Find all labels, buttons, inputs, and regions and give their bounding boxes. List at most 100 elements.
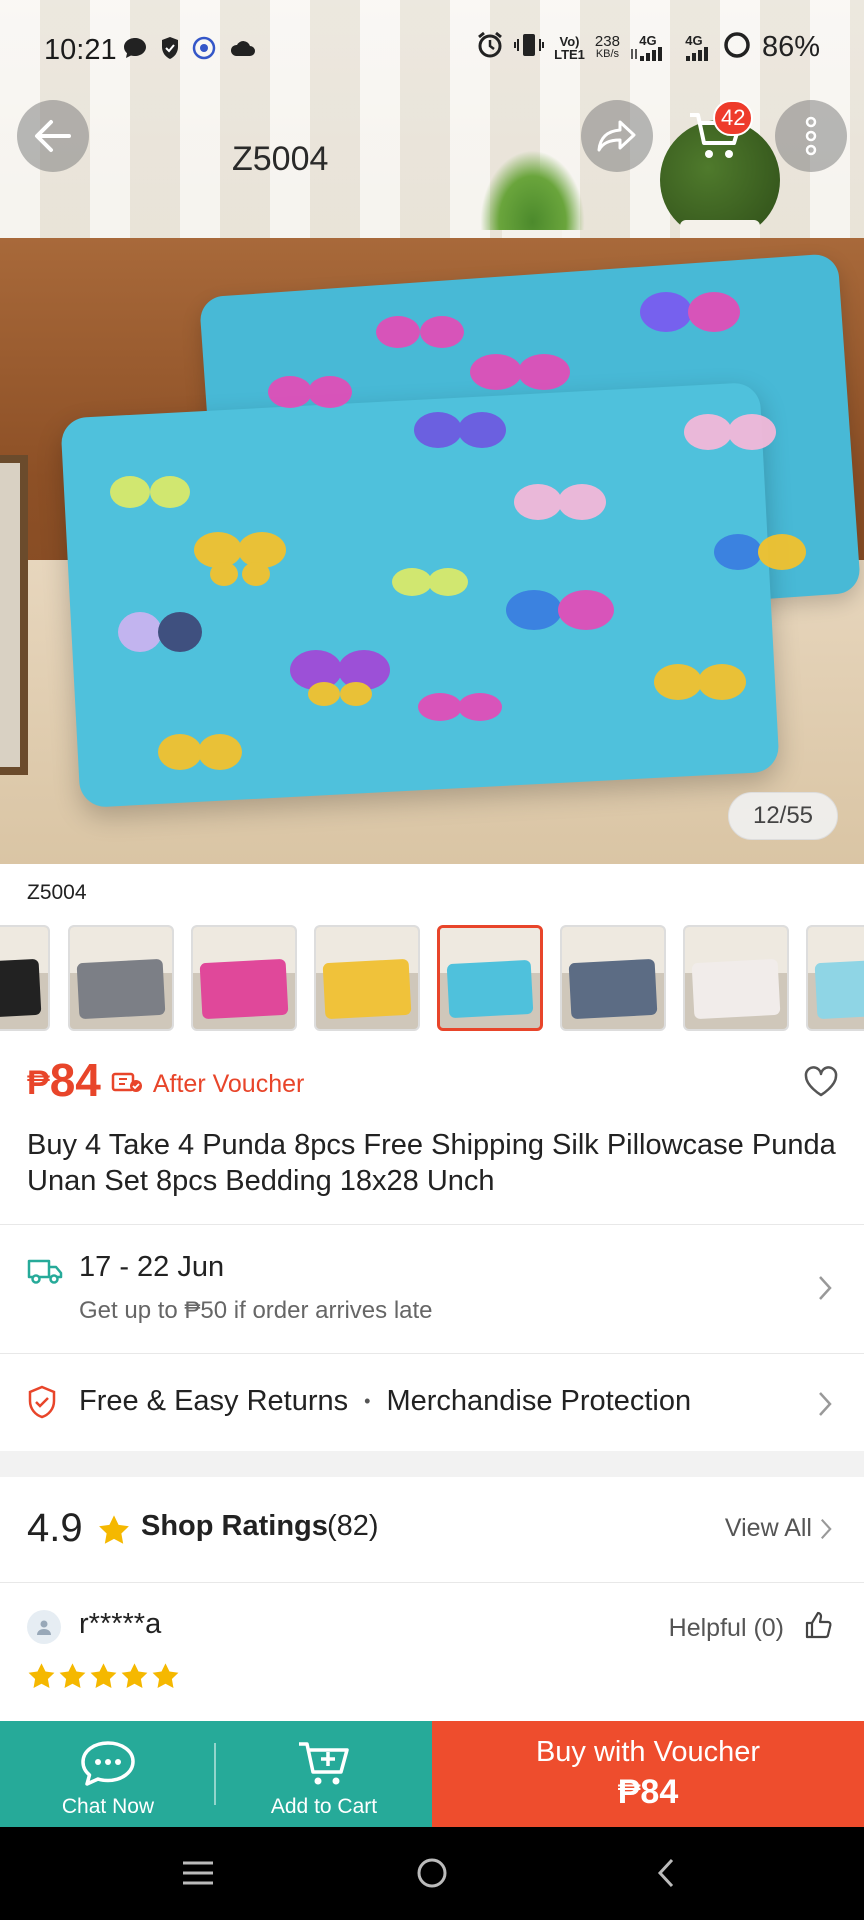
review-stars	[27, 1662, 180, 1690]
net-speed-value: 238	[594, 32, 620, 50]
shield-icon	[160, 36, 180, 65]
status-time: 10:21	[44, 34, 117, 66]
add-to-cart-label: Add to Cart	[270, 1795, 378, 1818]
thumbnail-pillow	[446, 959, 534, 1019]
signal-2-label: 4G	[685, 33, 703, 48]
star-icon	[152, 1663, 179, 1688]
home-button[interactable]	[402, 1853, 462, 1893]
more-options-button[interactable]	[775, 100, 847, 172]
thumbnail[interactable]	[683, 925, 789, 1031]
image-counter: 12/55	[728, 792, 838, 840]
thumbnail-pillow	[0, 958, 42, 1020]
thumbnail-pillow	[199, 958, 289, 1020]
thumbnail-pillow	[691, 958, 781, 1020]
protection-label: Merchandise Protection	[386, 1385, 692, 1417]
shop-ratings-row: 4.9 Shop Ratings (82) View All	[0, 1476, 864, 1582]
after-voucher-label: After Voucher	[152, 1069, 305, 1098]
shield-check-icon	[27, 1385, 57, 1424]
battery-icon	[722, 30, 752, 65]
thumbnail[interactable]	[560, 925, 666, 1031]
volte-top: Vo)	[559, 33, 580, 49]
back-nav-button[interactable]	[636, 1853, 696, 1893]
thumbnail-pillow	[322, 958, 412, 1020]
chat-now-label: Chat Now	[61, 1795, 155, 1818]
chevron-right-icon	[818, 1275, 832, 1306]
review-item: r*****a Helpful (0)	[0, 1584, 864, 1724]
chevron-right-icon	[820, 1518, 832, 1545]
star-icon	[97, 1514, 131, 1551]
add-to-cart-button[interactable]: Add to Cart	[216, 1721, 432, 1827]
browser-icon	[192, 36, 216, 65]
bottom-action-bar: Chat Now Add to Cart Buy with Voucher ₱8…	[0, 1721, 864, 1827]
page-title: Z5004	[232, 140, 329, 178]
signal-bars-icon	[631, 47, 662, 61]
voucher-icon	[111, 1070, 143, 1099]
share-button[interactable]	[581, 100, 653, 172]
star-icon	[90, 1663, 117, 1688]
buy-price: ₱84	[617, 1773, 679, 1811]
bottom-left-group: Chat Now Add to Cart	[0, 1721, 432, 1827]
price-value: 84	[49, 1054, 101, 1106]
thumbnail[interactable]	[314, 925, 420, 1031]
divider	[0, 1353, 864, 1354]
add-cart-icon	[299, 1742, 349, 1785]
divider	[0, 1582, 864, 1583]
price-currency: ₱	[27, 1063, 50, 1102]
thumbnail-pillow	[76, 958, 166, 1020]
star-icon	[59, 1663, 86, 1688]
favorite-button[interactable]	[803, 1066, 839, 1103]
cart-count-badge: 42	[713, 100, 754, 136]
thumbnail[interactable]	[68, 925, 174, 1031]
product-title: Buy 4 Take 4 Punda 8pcs Free Shipping Si…	[27, 1129, 836, 1197]
late-guarantee: Get up to ₱50 if order arrives late	[79, 1297, 433, 1324]
helpful-button[interactable]: Helpful (0)	[669, 1614, 784, 1643]
reviewer-name: r*****a	[79, 1608, 162, 1640]
home-circle-icon	[417, 1858, 447, 1888]
cloud-icon	[228, 38, 256, 63]
star-icon	[28, 1663, 55, 1688]
returns-row[interactable]: Free & Easy Returns • Merchandise Protec…	[0, 1355, 864, 1451]
thumbnail-strip[interactable]	[0, 925, 864, 1031]
signal-2: 4G	[676, 34, 712, 61]
buy-with-voucher-button[interactable]: Buy with Voucher ₱84	[432, 1721, 864, 1827]
star-icon	[121, 1663, 148, 1688]
net-speed-unit: KB/s	[595, 47, 620, 60]
volte-bottom: LTE1	[554, 46, 585, 62]
view-all-link[interactable]: View All	[725, 1514, 812, 1543]
heart-icon	[804, 1066, 838, 1097]
back-button[interactable]	[17, 100, 89, 172]
free-returns-label: Free & Easy Returns	[79, 1385, 349, 1417]
thumbnail[interactable]	[437, 925, 543, 1031]
rating-count: (82)	[327, 1510, 379, 1542]
thumbs-up-icon[interactable]	[804, 1610, 834, 1645]
truck-icon	[27, 1257, 63, 1290]
system-icons: Vo) LTE1 238 KB/s 4G 4G 86%	[476, 30, 820, 65]
status-bar: 10:21 Vo) LTE1 238 KB/s 4G 4G 86%	[0, 0, 864, 96]
share-icon	[597, 120, 636, 152]
buy-label: Buy with Voucher	[535, 1736, 761, 1768]
recent-apps-button[interactable]	[168, 1853, 228, 1893]
thumbnail[interactable]	[191, 925, 297, 1031]
menu-icon	[183, 1861, 213, 1885]
chevron-right-icon	[818, 1391, 832, 1422]
price-row: ₱ 84 After Voucher	[27, 1050, 304, 1110]
rating-score: 4.9	[27, 1506, 83, 1550]
chat-icon	[81, 1741, 135, 1786]
user-icon	[37, 1620, 51, 1635]
more-vertical-icon	[805, 116, 817, 156]
battery-percent: 86%	[761, 31, 820, 63]
back-chevron-icon	[657, 1858, 674, 1888]
signal-1-label: 4G	[639, 33, 657, 48]
thumbnail[interactable]	[0, 925, 50, 1031]
shop-ratings-label: Shop Ratings	[141, 1510, 328, 1542]
notification-icons	[122, 36, 256, 65]
section-gap	[0, 1451, 864, 1477]
shipping-row[interactable]: 17 - 22 Jun Get up to ₱50 if order arriv…	[0, 1225, 864, 1353]
vibrate-icon	[514, 31, 545, 64]
variant-label: Z5004	[27, 881, 87, 904]
separator-dot: •	[364, 1391, 371, 1411]
chat-now-button[interactable]: Chat Now	[0, 1721, 216, 1827]
signal-1: 4G	[630, 34, 666, 61]
thumbnail[interactable]	[806, 925, 864, 1031]
avatar	[27, 1610, 61, 1644]
